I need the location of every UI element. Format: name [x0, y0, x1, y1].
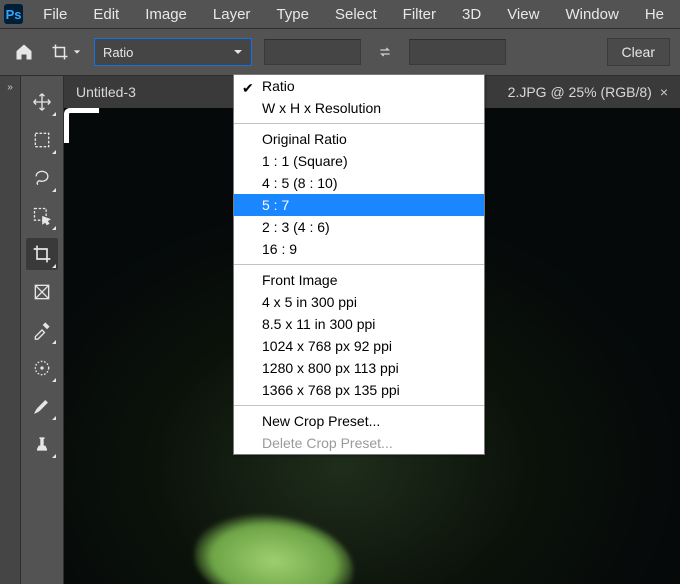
menu-filter[interactable]: Filter	[391, 4, 448, 25]
dropdown-separator	[234, 405, 484, 406]
crop-tool-indicator[interactable]	[50, 38, 82, 66]
brush-tool-icon	[32, 396, 52, 416]
tool-palette	[21, 76, 64, 584]
dropdown-separator	[234, 264, 484, 265]
dd-item-label: Front Image	[262, 272, 337, 288]
crop-width-input[interactable]	[264, 39, 361, 65]
swap-icon	[377, 44, 393, 60]
crop-height-input[interactable]	[409, 39, 506, 65]
chevron-down-icon	[73, 48, 81, 56]
clone-stamp-tool-icon	[32, 434, 52, 454]
lasso-tool-icon	[32, 168, 52, 188]
dd-item-label: 1366 x 768 px 135 ppi	[262, 382, 400, 398]
chevron-down-icon	[233, 47, 243, 57]
dd-item-front-image[interactable]: Front Image	[234, 269, 484, 291]
dd-item-label: Original Ratio	[262, 131, 347, 147]
dd-item-label: 4 : 5 (8 : 10)	[262, 175, 337, 191]
dd-item-delete-preset: Delete Crop Preset...	[234, 432, 484, 454]
dd-item-ratio[interactable]: ✔ Ratio	[234, 75, 484, 97]
dd-item-label: New Crop Preset...	[262, 413, 380, 429]
menu-help[interactable]: He	[633, 4, 676, 25]
dd-item-1366x768[interactable]: 1366 x 768 px 135 ppi	[234, 379, 484, 401]
eyedropper-tool-icon	[32, 320, 52, 340]
crop-tool-icon	[32, 244, 52, 264]
menu-edit[interactable]: Edit	[81, 4, 131, 25]
dd-item-label: Delete Crop Preset...	[262, 435, 393, 451]
spot-heal-tool-icon	[32, 358, 52, 378]
document-tab-1[interactable]: Untitled-3	[76, 84, 136, 100]
crop-corner-handle[interactable]	[64, 108, 99, 143]
ps-logo: Ps	[4, 4, 23, 24]
dd-item-4-5[interactable]: 4 : 5 (8 : 10)	[234, 172, 484, 194]
menu-image[interactable]: Image	[133, 4, 199, 25]
dd-item-16-9[interactable]: 16 : 9	[234, 238, 484, 260]
dd-item-label: 5 : 7	[262, 197, 289, 213]
dd-item-label: 4 x 5 in 300 ppi	[262, 294, 357, 310]
move-tool-icon	[32, 92, 52, 112]
dd-item-1280x800[interactable]: 1280 x 800 px 113 ppi	[234, 357, 484, 379]
clear-button[interactable]: Clear	[607, 38, 670, 66]
menu-layer[interactable]: Layer	[201, 4, 263, 25]
menu-type[interactable]: Type	[264, 4, 321, 25]
frame-tool-icon	[32, 282, 52, 302]
quick-select-tool-icon	[32, 206, 52, 226]
spot-heal-tool[interactable]	[26, 352, 58, 384]
dd-item-label: 16 : 9	[262, 241, 297, 257]
dd-item-4x5-300[interactable]: 4 x 5 in 300 ppi	[234, 291, 484, 313]
menu-3d[interactable]: 3D	[450, 4, 493, 25]
dd-item-label: Ratio	[262, 78, 295, 94]
rect-marquee-tool-icon	[32, 130, 52, 150]
document-tab-2[interactable]: 2.JPG @ 25% (RGB/8)	[508, 84, 652, 100]
dd-item-label: 8.5 x 11 in 300 ppi	[262, 316, 375, 332]
lasso-tool[interactable]	[26, 162, 58, 194]
dd-item-label: 1280 x 800 px 113 ppi	[262, 360, 399, 376]
eyedropper-tool[interactable]	[26, 314, 58, 346]
menu-select[interactable]: Select	[323, 4, 389, 25]
dd-item-original-ratio[interactable]: Original Ratio	[234, 128, 484, 150]
dd-item-1024x768[interactable]: 1024 x 768 px 92 ppi	[234, 335, 484, 357]
dd-item-2-3[interactable]: 2 : 3 (4 : 6)	[234, 216, 484, 238]
expand-icon: »	[7, 82, 13, 93]
crop-preset-dropdown: ✔ Ratio W x H x Resolution Original Rati…	[233, 74, 485, 455]
swap-dimensions-button[interactable]	[373, 40, 397, 64]
panel-expand-strip[interactable]: »	[0, 76, 21, 584]
dd-item-wxhres[interactable]: W x H x Resolution	[234, 97, 484, 119]
crop-preset-selected-label: Ratio	[103, 45, 133, 60]
menu-window[interactable]: Window	[553, 4, 630, 25]
menu-file[interactable]: File	[31, 4, 79, 25]
clear-button-label: Clear	[622, 44, 655, 60]
brush-tool[interactable]	[26, 390, 58, 422]
dd-item-1-1[interactable]: 1 : 1 (Square)	[234, 150, 484, 172]
crop-preset-select[interactable]: Ratio	[94, 38, 252, 66]
marquee-tool[interactable]	[26, 124, 58, 156]
dd-item-5-7[interactable]: 5 : 7	[234, 194, 484, 216]
crop-tool-icon	[51, 43, 69, 61]
home-icon	[14, 42, 34, 62]
dd-item-85x11-300[interactable]: 8.5 x 11 in 300 ppi	[234, 313, 484, 335]
quick-select-tool[interactable]	[26, 200, 58, 232]
menu-view[interactable]: View	[495, 4, 551, 25]
home-button[interactable]	[10, 38, 38, 66]
dd-item-label: 1 : 1 (Square)	[262, 153, 348, 169]
frame-tool[interactable]	[26, 276, 58, 308]
dd-item-label: 1024 x 768 px 92 ppi	[262, 338, 392, 354]
image-content	[190, 508, 359, 584]
dd-item-new-preset[interactable]: New Crop Preset...	[234, 410, 484, 432]
close-tab-button[interactable]: ×	[660, 84, 668, 100]
crop-tool[interactable]	[26, 238, 58, 270]
dropdown-separator	[234, 123, 484, 124]
checkmark-icon: ✔	[242, 77, 254, 99]
dd-item-label: W x H x Resolution	[262, 100, 381, 116]
move-tool[interactable]	[26, 86, 58, 118]
menu-bar: Ps File Edit Image Layer Type Select Fil…	[0, 0, 680, 28]
clone-stamp-tool[interactable]	[26, 428, 58, 460]
options-bar: Ratio Clear	[0, 28, 680, 76]
dd-item-label: 2 : 3 (4 : 6)	[262, 219, 330, 235]
